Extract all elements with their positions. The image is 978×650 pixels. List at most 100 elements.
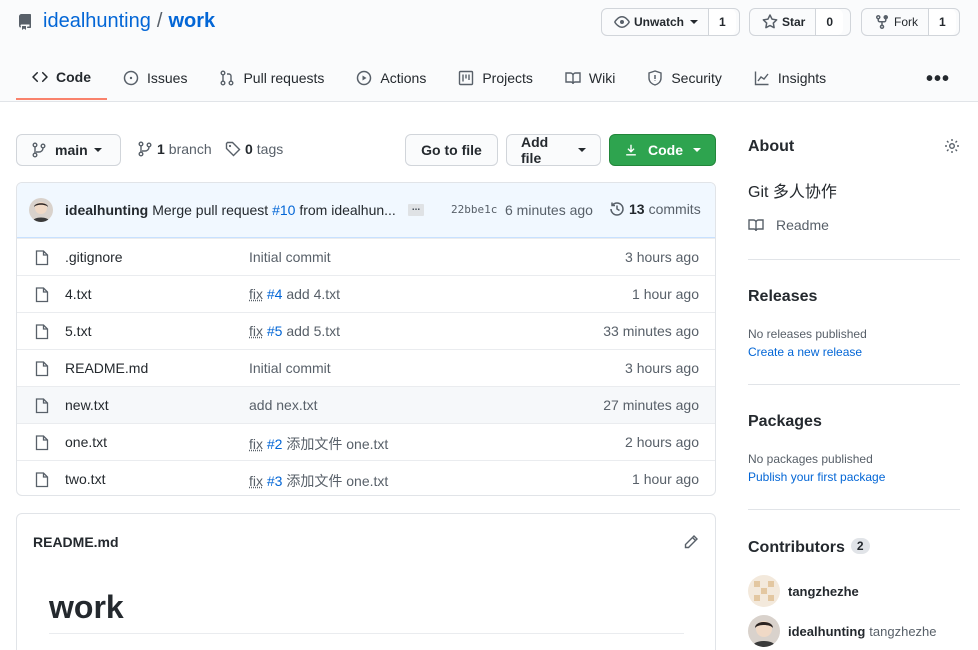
- contributor-item[interactable]: idealhunting tangzhezhe: [748, 615, 937, 647]
- more-menu-button[interactable]: •••: [926, 68, 950, 91]
- branches-link[interactable]: 1 branch: [137, 141, 212, 157]
- branch-select-button[interactable]: main: [16, 134, 121, 166]
- repo-name-link[interactable]: work: [168, 10, 215, 33]
- file-row[interactable]: .gitignore Initial commit 3 hours ago: [17, 238, 715, 275]
- commits-link[interactable]: 13 commits: [609, 201, 701, 217]
- fix-keyword: fix: [249, 473, 263, 489]
- tab-security[interactable]: Security: [631, 56, 738, 100]
- avatar[interactable]: [748, 615, 780, 647]
- packages-empty: No packages published: [748, 452, 873, 466]
- file-commit-message[interactable]: fix #5 add 5.txt: [249, 323, 340, 339]
- file-commit-message[interactable]: fix #2 添加文件 one.txt: [249, 434, 388, 454]
- file-commit-message[interactable]: Initial commit: [249, 360, 331, 376]
- commit-message[interactable]: Merge pull request #10 from idealhun...: [152, 202, 396, 218]
- fork-button[interactable]: Fork 1: [861, 8, 960, 36]
- tab-actions[interactable]: Actions: [340, 56, 442, 100]
- file-name[interactable]: README.md: [65, 360, 148, 376]
- fork-icon: [876, 15, 888, 30]
- star-count[interactable]: 0: [815, 9, 844, 35]
- pencil-icon[interactable]: [683, 534, 699, 550]
- go-to-file-button[interactable]: Go to file: [405, 134, 498, 166]
- file-icon: [35, 287, 49, 303]
- releases-title[interactable]: Releases: [748, 288, 960, 306]
- file-name[interactable]: two.txt: [65, 471, 105, 487]
- issue-link[interactable]: #2: [267, 436, 283, 452]
- commit-time[interactable]: 6 minutes ago: [505, 202, 593, 218]
- shield-icon: [648, 70, 663, 86]
- file-icon: [35, 361, 49, 377]
- repo-header: idealhunting / work Unwatch 1 Star 0 For…: [0, 0, 978, 102]
- expand-message-button[interactable]: ...: [407, 203, 425, 216]
- tab-pull-requests[interactable]: Pull requests: [203, 56, 340, 100]
- readme-link[interactable]: Readme: [748, 217, 960, 233]
- msg-rest: 添加文件 one.txt: [286, 473, 389, 489]
- tab-insights[interactable]: Insights: [738, 56, 842, 100]
- tag-word: tags: [256, 141, 284, 157]
- readme-heading: work: [49, 589, 124, 625]
- commit-count: 13: [629, 201, 645, 217]
- file-commit-message[interactable]: Initial commit: [249, 249, 331, 265]
- file-name[interactable]: new.txt: [65, 397, 109, 413]
- branch-icon: [32, 142, 46, 158]
- file-commit-message[interactable]: add nex.txt: [249, 397, 318, 413]
- packages-title[interactable]: Packages: [748, 413, 960, 431]
- file-name[interactable]: one.txt: [65, 434, 107, 450]
- file-row[interactable]: two.txt fix #3 添加文件 one.txt 1 hour ago: [17, 460, 715, 495]
- tab-code[interactable]: Code: [16, 56, 107, 100]
- file-commit-message[interactable]: fix #3 添加文件 one.txt: [249, 471, 388, 491]
- graph-icon: [754, 71, 769, 86]
- gear-icon[interactable]: [944, 138, 960, 154]
- watch-count[interactable]: 1: [708, 9, 736, 35]
- readme-link-label: Readme: [776, 217, 829, 233]
- file-row[interactable]: new.txt add nex.txt 27 minutes ago: [17, 386, 715, 423]
- sidebar-divider: [748, 509, 960, 510]
- file-name[interactable]: .gitignore: [65, 249, 123, 265]
- file-name[interactable]: 4.txt: [65, 286, 91, 302]
- history-icon: [610, 202, 624, 216]
- avatar[interactable]: [29, 198, 53, 222]
- commit-pr-link[interactable]: #10: [272, 202, 295, 218]
- avatar[interactable]: [748, 575, 780, 607]
- sidebar-divider: [748, 259, 960, 260]
- issue-link[interactable]: #4: [267, 286, 283, 302]
- file-time: 3 hours ago: [625, 360, 699, 376]
- star-label: Star: [782, 15, 806, 29]
- contributor-login[interactable]: tangzhezhe: [788, 584, 859, 599]
- unwatch-label: Unwatch: [634, 15, 685, 29]
- file-row[interactable]: README.md Initial commit 3 hours ago: [17, 349, 715, 386]
- file-row[interactable]: one.txt fix #2 添加文件 one.txt 2 hours ago: [17, 423, 715, 460]
- repo-owner-link[interactable]: idealhunting: [43, 10, 151, 33]
- publish-package-link[interactable]: Publish your first package: [748, 470, 960, 484]
- unwatch-button[interactable]: Unwatch 1: [601, 8, 740, 36]
- add-file-button[interactable]: Add file: [506, 134, 601, 166]
- tab-projects[interactable]: Projects: [442, 56, 549, 100]
- tags-link[interactable]: 0 tags: [225, 141, 283, 157]
- issue-link[interactable]: #3: [267, 473, 283, 489]
- commit-sha[interactable]: 22bbe1c: [451, 203, 497, 216]
- contributors-title[interactable]: Contributors 2: [748, 538, 960, 557]
- repo-tabs: Code Issues Pull requests Actions Projec…: [16, 56, 842, 102]
- create-release-link[interactable]: Create a new release: [748, 345, 960, 359]
- file-row[interactable]: 5.txt fix #5 add 5.txt 33 minutes ago: [17, 312, 715, 349]
- tab-issues[interactable]: Issues: [107, 56, 203, 100]
- contributor-login[interactable]: idealhunting: [788, 624, 865, 639]
- fix-keyword: fix: [249, 436, 263, 452]
- branch-icon: [138, 141, 152, 157]
- commit-author[interactable]: idealhunting: [65, 202, 148, 218]
- code-download-button[interactable]: Code: [609, 134, 716, 166]
- issue-link[interactable]: #5: [267, 323, 283, 339]
- readme-panel: README.md work: [16, 513, 716, 650]
- tab-wiki[interactable]: Wiki: [549, 56, 631, 100]
- file-name[interactable]: 5.txt: [65, 323, 91, 339]
- fork-count[interactable]: 1: [928, 9, 956, 35]
- contributor-item[interactable]: tangzhezhe: [748, 575, 863, 607]
- star-button[interactable]: Star 0: [749, 8, 851, 36]
- branch-name: main: [55, 142, 88, 158]
- file-icon: [35, 398, 49, 414]
- repo-description: Git 多人协作: [748, 184, 837, 201]
- tab-label: Projects: [482, 70, 533, 86]
- file-time: 27 minutes ago: [603, 397, 699, 413]
- tab-label: Insights: [777, 70, 827, 86]
- file-commit-message[interactable]: fix #4 add 4.txt: [249, 286, 340, 302]
- file-row[interactable]: 4.txt fix #4 add 4.txt 1 hour ago: [17, 275, 715, 312]
